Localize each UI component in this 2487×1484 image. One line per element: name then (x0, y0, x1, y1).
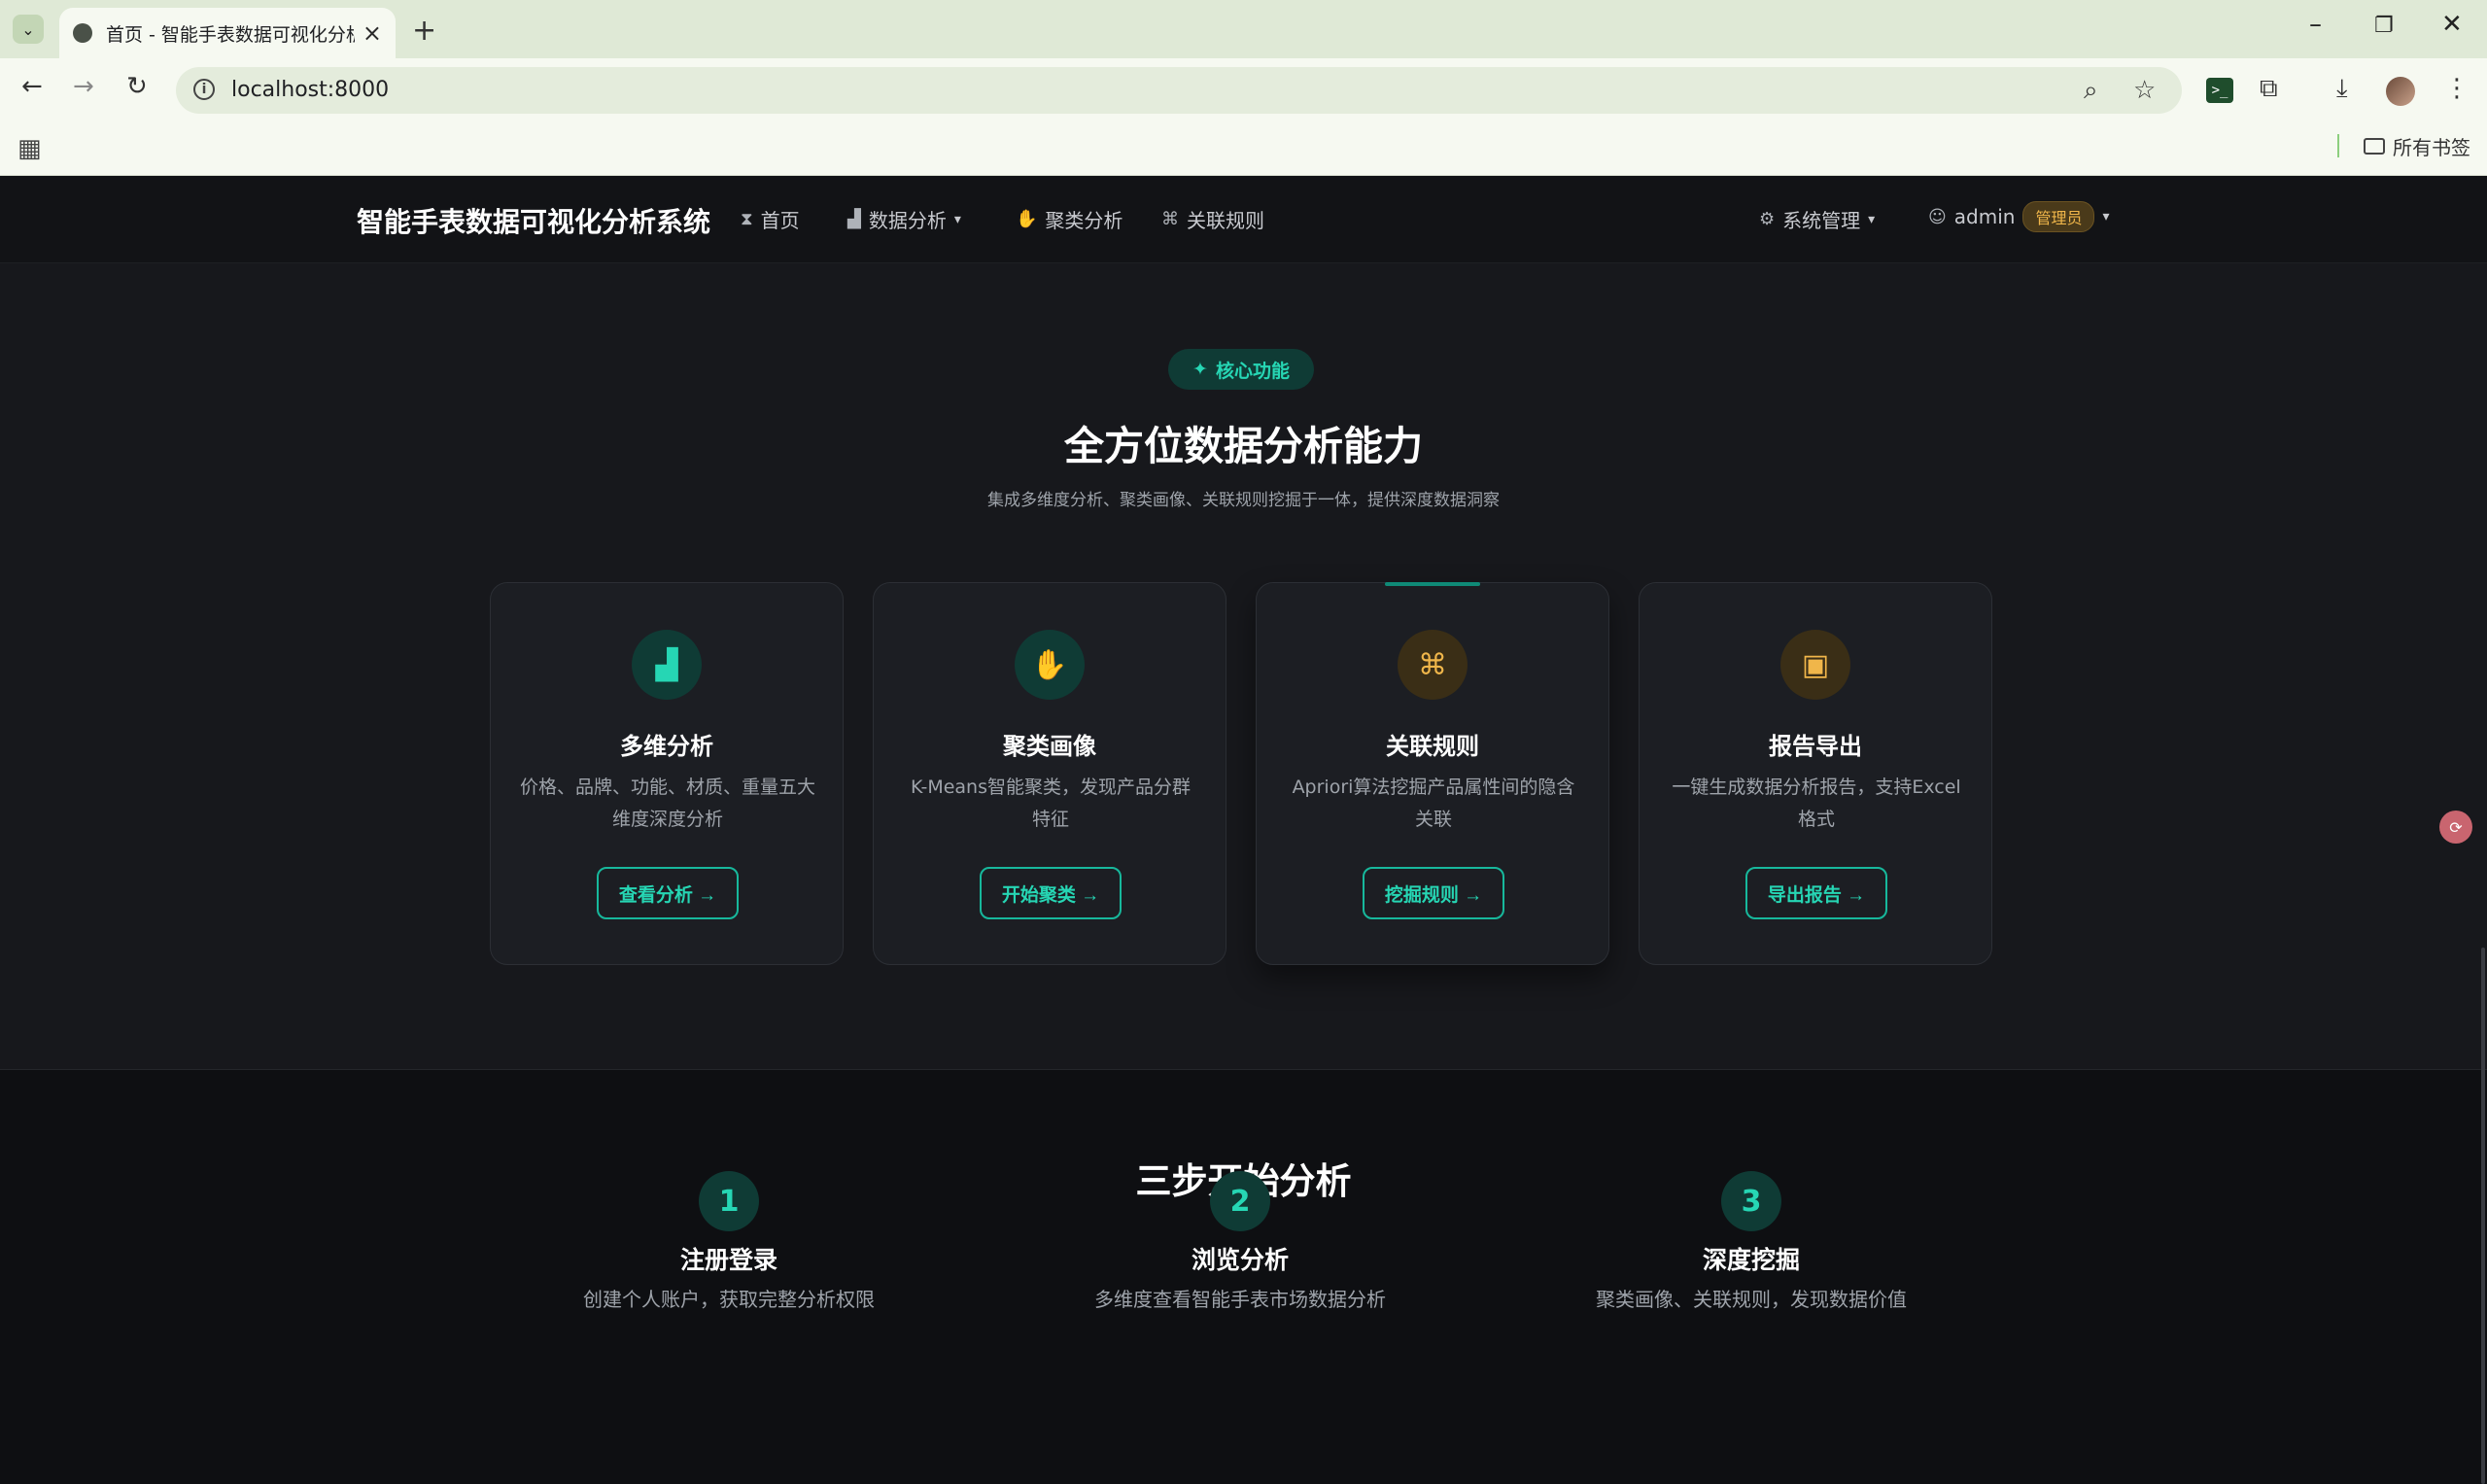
new-tab-button[interactable]: + (412, 14, 436, 48)
nav-user-menu[interactable]: ☺ admin 管理员 ▾ (1928, 201, 2109, 232)
more-menu-icon[interactable]: ⋮ (2444, 74, 2470, 103)
web-page: 智能手表数据可视化分析系统 ⧗ 首页 ▟ 数据分析 ▾ ✋ 聚类分析 ⌘ 关联规… (0, 176, 2487, 1484)
reload-icon[interactable]: ↻ (126, 72, 148, 101)
chevron-down-icon: ⌄ (21, 19, 35, 39)
user-name: admin (1953, 205, 2016, 228)
thumbs-down-icon: ✋ (1016, 209, 1038, 229)
caret-down-icon: ▾ (2102, 209, 2110, 224)
step-desc: 聚类画像、关联规则，发现数据价值 (1596, 1288, 1907, 1311)
nav-data-analysis-label: 数据分析 (868, 209, 947, 232)
nav-clustering[interactable]: ✋ 聚类分析 (1016, 205, 1123, 233)
step-number: 2 (1210, 1171, 1270, 1231)
terminal-extension-icon[interactable]: >_ (2206, 78, 2233, 103)
caret-down-icon: ▾ (1868, 211, 1876, 227)
url-text: localhost:8000 (231, 78, 390, 102)
feature-card-clustering: ✋ 聚类画像 K-Means智能聚类，发现产品分群特征 开始聚类 → (873, 582, 1226, 965)
nav-clustering-label: 聚类分析 (1045, 209, 1123, 232)
window-close-icon[interactable]: ✕ (2441, 10, 2463, 39)
card-title: 多维分析 (620, 733, 713, 760)
nav-association-rules[interactable]: ⌘ 关联规则 (1161, 205, 1264, 233)
close-icon[interactable]: × (363, 19, 382, 47)
tab-title: 首页 - 智能手表数据可视化分析 (106, 23, 355, 46)
card-desc: 价格、品牌、功能、材质、重量五大维度深度分析 (520, 777, 816, 830)
bar-chart-icon: ▟ (847, 209, 861, 229)
feature-card-report: ▣ 报告导出 一键生成数据分析报告，支持Excel格式 导出报告 → (1639, 582, 1992, 965)
folder-icon (2364, 138, 2385, 155)
nav-association-rules-label: 关联规则 (1187, 209, 1264, 232)
hourglass-icon: ⧗ (741, 209, 753, 229)
role-badge: 管理员 (2022, 201, 2095, 232)
step-number: 3 (1721, 1171, 1781, 1231)
user-icon: ☺ (1928, 206, 1947, 227)
card-desc: K-Means智能聚类，发现产品分群特征 (911, 777, 1191, 830)
card-accent-line (1385, 582, 1480, 586)
browser-tabstrip: ⌄ 首页 - 智能手表数据可视化分析 × + – ❐ ✕ (0, 0, 2487, 58)
features-title: 全方位数据分析能力 (1064, 423, 1423, 469)
all-bookmarks-folder[interactable]: 所有书签 (2364, 132, 2470, 160)
puzzle-extensions-icon[interactable]: ⧉ (2260, 74, 2278, 104)
nav-system-management[interactable]: ⚙ 系统管理 ▾ (1759, 205, 1875, 233)
gamepad-icon: ⌘ (1161, 209, 1179, 229)
nav-data-analysis[interactable]: ▟ 数据分析 ▾ (847, 205, 961, 233)
site-info-icon[interactable]: i (193, 79, 215, 100)
feature-card-association: ⌘ 关联规则 Apriori算法挖掘产品属性间的隐含关联 挖掘规则 → (1256, 582, 1609, 965)
sparkle-icon: ✦ (1192, 359, 1208, 380)
nav-system-label: 系统管理 (1782, 209, 1861, 232)
steps-section: 三步开始分析 1 注册登录 创建个人账户，获取完整分析权限 2 浏览分析 多维度… (0, 1070, 2487, 1484)
thumbs-down-icon: ✋ (1015, 630, 1085, 700)
gear-icon: ⚙ (1759, 209, 1776, 229)
site-navbar: 智能手表数据可视化分析系统 ⧗ 首页 ▟ 数据分析 ▾ ✋ 聚类分析 ⌘ 关联规… (0, 176, 2487, 263)
profile-avatar-icon[interactable] (2386, 77, 2415, 106)
address-bar[interactable]: i localhost:8000 ⌕ ☆ (176, 67, 2182, 114)
step-number: 1 (699, 1171, 759, 1231)
caret-down-icon: ▾ (953, 211, 961, 227)
bookmark-star-icon[interactable]: ☆ (2133, 76, 2156, 105)
feature-card-multidim: ▟ 多维分析 价格、品牌、功能、材质、重量五大维度深度分析 查看分析 → (490, 582, 844, 965)
back-arrow-icon[interactable]: ← (21, 72, 43, 101)
start-clustering-button[interactable]: 开始聚类 → (980, 867, 1122, 919)
nav-home[interactable]: ⧗ 首页 (741, 205, 800, 233)
all-bookmarks-label: 所有书签 (2393, 136, 2470, 159)
globe-icon (73, 23, 92, 43)
bar-chart-icon: ▟ (632, 630, 702, 700)
document-icon: ▣ (1780, 630, 1850, 700)
minimize-icon[interactable]: – (2309, 10, 2322, 39)
tab-search-button[interactable]: ⌄ (13, 15, 44, 44)
features-subtitle: 集成多维度分析、聚类画像、关联规则挖掘于一体，提供深度数据洞察 (987, 491, 1500, 510)
card-desc: 一键生成数据分析报告，支持Excel格式 (1672, 777, 1961, 830)
card-title: 关联规则 (1386, 733, 1479, 760)
translate-icon[interactable]: ⟳ (2439, 811, 2472, 844)
nav-home-label: 首页 (760, 209, 800, 232)
card-title: 报告导出 (1769, 733, 1862, 760)
step-desc: 多维度查看智能手表市场数据分析 (1094, 1288, 1386, 1311)
export-report-button[interactable]: 导出报告 → (1745, 867, 1887, 919)
download-icon[interactable]: ⤓ (2336, 74, 2348, 104)
browser-tab-active[interactable]: 首页 - 智能手表数据可视化分析 × (59, 8, 396, 58)
step-desc: 创建个人账户，获取完整分析权限 (583, 1288, 875, 1311)
card-title: 聚类画像 (1003, 733, 1096, 760)
apps-grid-icon[interactable]: ▦ (17, 134, 42, 163)
step-title: 注册登录 (679, 1246, 777, 1274)
pill-label: 核心功能 (1215, 360, 1290, 382)
restore-icon[interactable]: ❐ (2374, 14, 2394, 38)
core-features-pill: ✦ 核心功能 (1168, 349, 1314, 390)
card-desc: Apriori算法挖掘产品属性间的隐含关联 (1292, 777, 1575, 830)
zoom-icon[interactable]: ⌕ (2084, 76, 2098, 106)
step-title: 浏览分析 (1191, 1246, 1289, 1274)
page-scrollbar[interactable] (2481, 948, 2485, 1484)
bookmarks-separator (2337, 134, 2339, 157)
forward-arrow-icon[interactable]: → (73, 72, 94, 101)
step-title: 深度挖掘 (1702, 1246, 1800, 1274)
view-analysis-button[interactable]: 查看分析 → (597, 867, 739, 919)
mine-rules-button[interactable]: 挖掘规则 → (1363, 867, 1504, 919)
bookmarks-bar (0, 117, 2487, 176)
gamepad-icon: ⌘ (1398, 630, 1468, 700)
site-brand[interactable]: 智能手表数据可视化分析系统 (357, 201, 710, 240)
core-features-section: ✦ 核心功能 全方位数据分析能力 集成多维度分析、聚类画像、关联规则挖掘于一体，… (0, 263, 2487, 1070)
